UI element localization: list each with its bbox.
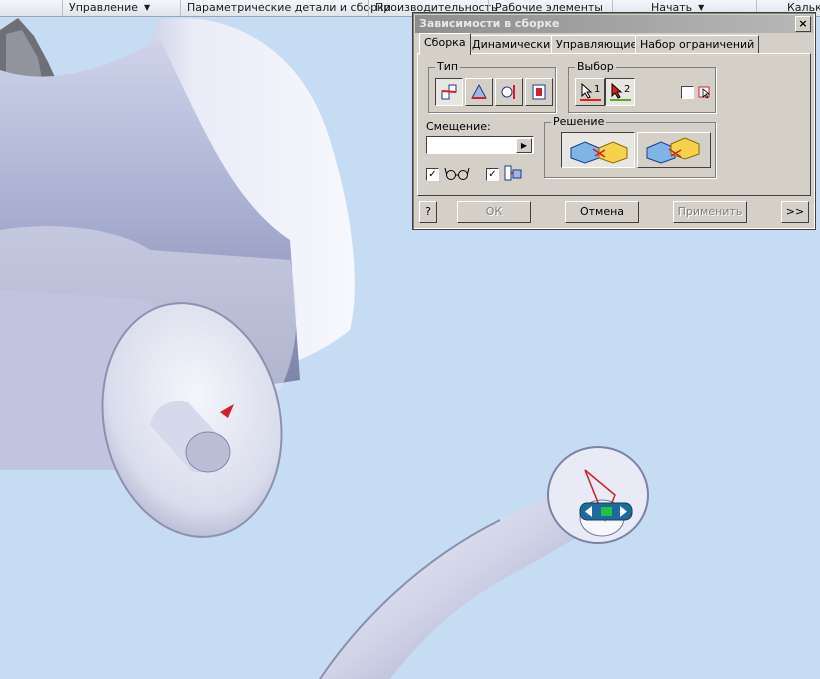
ribbon-parametric-label: Параметрические детали и сборки (187, 1, 391, 14)
tab-motion[interactable]: Динамические (467, 35, 562, 54)
close-button[interactable]: × (795, 16, 811, 32)
ok-button[interactable]: ОК (457, 201, 531, 223)
first-selection-number: 1 (594, 84, 601, 95)
mate-solution-icon (570, 141, 628, 164)
lever-arm-part[interactable] (319, 446, 649, 679)
offset-arrow-button[interactable]: ▶ (516, 138, 532, 153)
predict-offset-checkbox[interactable]: ✓ (486, 168, 499, 181)
tangent-icon (501, 85, 515, 99)
type-group-label: Тип (435, 60, 461, 73)
flush-solution-icon (646, 137, 700, 164)
ribbon-manage-menu[interactable]: Управление ▼ (62, 0, 183, 16)
selection-group: Выбор 1 2 (568, 60, 716, 113)
mate-icon (441, 84, 457, 100)
solution-flush-button[interactable] (637, 132, 711, 168)
glasses-icon (444, 167, 470, 180)
help-button[interactable]: ? (419, 201, 437, 223)
pick-part-first-checkbox[interactable] (681, 86, 694, 99)
more-button[interactable]: >> (781, 201, 809, 223)
insert-constraint-button[interactable] (525, 78, 553, 106)
cancel-button[interactable]: Отмена (565, 201, 639, 223)
chevron-down-icon: ▼ (144, 3, 151, 12)
insert-icon (532, 84, 546, 100)
offset-label: Смещение: (426, 120, 491, 133)
predict-offset-icon (504, 165, 522, 181)
solution-group-label: Решение (551, 115, 607, 128)
angle-icon (471, 83, 487, 99)
type-group: Тип (428, 60, 556, 113)
assembly-tab-panel: Тип Выбор 1 2 Смещение: ▶ ✓ ✓ Решение (417, 53, 811, 196)
dialog-titlebar[interactable]: Зависимости в сборке × (415, 15, 813, 33)
ribbon-parametric-parts[interactable]: Параметрические детали и сборки (180, 0, 391, 16)
selection-group-label: Выбор (575, 60, 616, 73)
dialog-title: Зависимости в сборке (419, 17, 560, 30)
apply-button[interactable]: Применить (673, 201, 747, 223)
first-selection-button[interactable]: 1 (575, 78, 605, 106)
angle-constraint-button[interactable] (465, 78, 493, 106)
tangent-constraint-button[interactable] (495, 78, 523, 106)
tab-constraint-set[interactable]: Набор ограничений (635, 35, 760, 54)
tab-transitional[interactable]: Управляющие (551, 35, 643, 54)
assembly-constraints-dialog: Зависимости в сборке × Сборка Динамическ… (412, 12, 816, 230)
mate-constraint-button[interactable] (435, 78, 463, 106)
bearing-housing-part[interactable] (0, 18, 355, 554)
pick-part-first-icon (698, 86, 711, 99)
show-preview-checkbox[interactable]: ✓ (426, 168, 439, 181)
tab-assembly[interactable]: Сборка (419, 33, 471, 55)
solution-group: Решение (544, 115, 716, 178)
second-selection-button[interactable]: 2 (605, 78, 635, 106)
solution-mate-button[interactable] (561, 132, 635, 168)
constraint-glyph[interactable] (579, 502, 633, 521)
offset-input[interactable]: ▶ (426, 136, 534, 154)
ribbon-manage-label: Управление (69, 1, 139, 14)
second-selection-number: 2 (624, 84, 631, 95)
